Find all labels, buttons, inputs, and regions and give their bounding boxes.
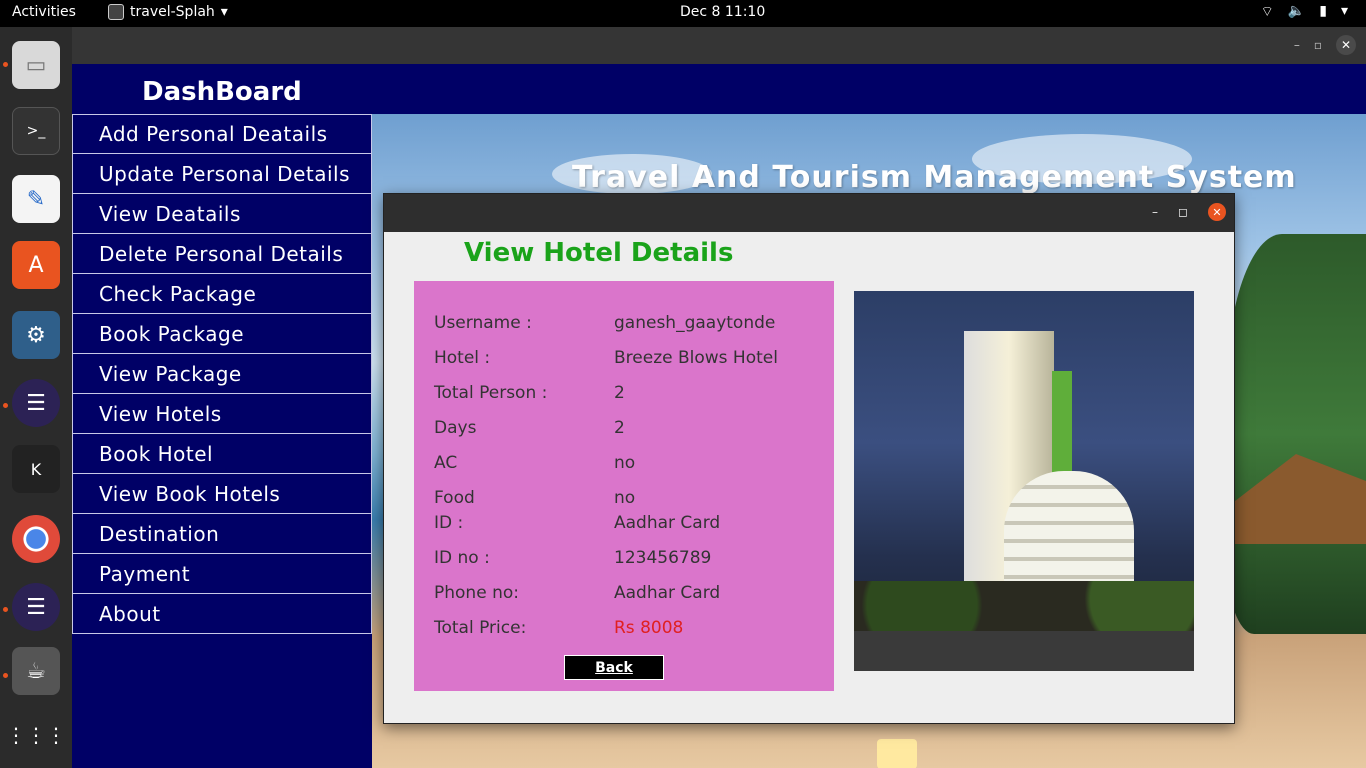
hotel-photo bbox=[854, 291, 1194, 671]
mysql-workbench-icon[interactable]: ⚙ bbox=[12, 311, 60, 359]
id-label: ID : bbox=[434, 513, 464, 533]
check-package-button[interactable]: Check Package bbox=[72, 274, 372, 314]
hotel-details-panel: Username : ganesh_gaaytonde Hotel : Bree… bbox=[414, 281, 834, 691]
volume-icon[interactable]: 🔈 bbox=[1288, 3, 1305, 21]
minimize-icon[interactable]: – bbox=[1152, 205, 1158, 219]
chevron-down-icon: ▾ bbox=[220, 4, 228, 20]
chevron-down-icon[interactable]: ▾ bbox=[1341, 3, 1348, 21]
files-icon[interactable]: ▭ bbox=[12, 41, 60, 89]
delete-personal-details-button[interactable]: Delete Personal Details bbox=[72, 234, 372, 274]
activities-button[interactable]: Activities bbox=[12, 4, 76, 20]
phone-no-label: Phone no: bbox=[434, 583, 519, 603]
text-editor-icon[interactable]: ✎ bbox=[12, 175, 60, 223]
running-indicator bbox=[3, 62, 8, 67]
id-value: Aadhar Card bbox=[614, 513, 721, 533]
app-menu[interactable]: travel-Splah ▾ bbox=[108, 4, 228, 20]
back-button[interactable]: Back bbox=[564, 655, 664, 680]
food-label: Food bbox=[434, 488, 475, 508]
kde-connect-icon[interactable]: K bbox=[12, 445, 60, 493]
terminal-icon[interactable]: >_ bbox=[12, 107, 60, 155]
running-indicator bbox=[3, 673, 8, 678]
running-indicator bbox=[3, 607, 8, 612]
hotel-value: Breeze Blows Hotel bbox=[614, 348, 778, 368]
id-no-value: 123456789 bbox=[614, 548, 712, 568]
java-icon[interactable]: ☕ bbox=[12, 647, 60, 695]
username-value: ganesh_gaaytonde bbox=[614, 313, 776, 333]
total-price-value: Rs 8008 bbox=[614, 618, 684, 638]
about-button[interactable]: About bbox=[72, 594, 372, 634]
battery-icon[interactable]: ▮ bbox=[1319, 3, 1327, 21]
system-tray[interactable]: ⌔ 🔈 ▮ ▾ bbox=[1261, 3, 1348, 21]
add-personal-details-button[interactable]: Add Personal Deatails bbox=[72, 114, 372, 154]
book-package-button[interactable]: Book Package bbox=[72, 314, 372, 354]
dock: ▭ >_ ✎ A ⚙ ☰ K ☰ ☕ ⋮⋮⋮ bbox=[0, 27, 72, 768]
app-menu-label: travel-Splah bbox=[130, 4, 215, 20]
view-book-hotels-button[interactable]: View Book Hotels bbox=[72, 474, 372, 514]
total-price-label: Total Price: bbox=[434, 618, 527, 638]
main-window-titlebar[interactable]: – ▫ ✕ bbox=[72, 27, 1366, 64]
ac-label: AC bbox=[434, 453, 458, 473]
book-hotel-button[interactable]: Book Hotel bbox=[72, 434, 372, 474]
eclipse-icon-2[interactable]: ☰ bbox=[12, 583, 60, 631]
system-title: Travel And Tourism Management System bbox=[572, 160, 1297, 195]
total-person-value: 2 bbox=[614, 383, 625, 403]
close-icon[interactable]: ✕ bbox=[1208, 203, 1226, 221]
close-icon[interactable]: ✕ bbox=[1336, 35, 1356, 55]
destination-button[interactable]: Destination bbox=[72, 514, 372, 554]
ac-value: no bbox=[614, 453, 636, 473]
minimize-icon[interactable]: – bbox=[1294, 38, 1300, 52]
dashboard-title: DashBoard bbox=[142, 77, 302, 107]
update-personal-details-button[interactable]: Update Personal Details bbox=[72, 154, 372, 194]
maximize-icon[interactable]: ▫ bbox=[1314, 38, 1322, 52]
phone-no-value: Aadhar Card bbox=[614, 583, 721, 603]
dialog-heading: View Hotel Details bbox=[464, 238, 734, 268]
java-app-icon bbox=[108, 4, 124, 20]
maximize-icon[interactable]: ◻ bbox=[1178, 205, 1188, 219]
total-person-label: Total Person : bbox=[434, 383, 548, 403]
show-apps-icon[interactable]: ⋮⋮⋮ bbox=[6, 711, 66, 759]
view-hotels-button[interactable]: View Hotels bbox=[72, 394, 372, 434]
view-package-button[interactable]: View Package bbox=[72, 354, 372, 394]
id-no-label: ID no : bbox=[434, 548, 490, 568]
payment-button[interactable]: Payment bbox=[72, 554, 372, 594]
food-value: no bbox=[614, 488, 636, 508]
hotel-label: Hotel : bbox=[434, 348, 491, 368]
clock[interactable]: Dec 8 11:10 bbox=[680, 4, 765, 20]
view-details-button[interactable]: View Deatails bbox=[72, 194, 372, 234]
system-top-bar: Activities travel-Splah ▾ Dec 8 11:10 ⌔ … bbox=[0, 0, 1366, 27]
days-label: Days bbox=[434, 418, 477, 438]
dashboard-menu: Add Personal Deatails Update Personal De… bbox=[72, 114, 372, 634]
eclipse-icon[interactable]: ☰ bbox=[12, 379, 60, 427]
days-value: 2 bbox=[614, 418, 625, 438]
chrome-icon[interactable] bbox=[12, 515, 60, 563]
running-indicator bbox=[3, 403, 8, 408]
app-store-icon[interactable]: A bbox=[12, 241, 60, 289]
dialog-titlebar[interactable]: – ◻ ✕ bbox=[384, 194, 1234, 232]
username-label: Username : bbox=[434, 313, 532, 333]
view-hotel-details-dialog: – ◻ ✕ View Hotel Details Username : gane… bbox=[383, 193, 1235, 724]
wifi-icon[interactable]: ⌔ bbox=[1261, 3, 1274, 21]
